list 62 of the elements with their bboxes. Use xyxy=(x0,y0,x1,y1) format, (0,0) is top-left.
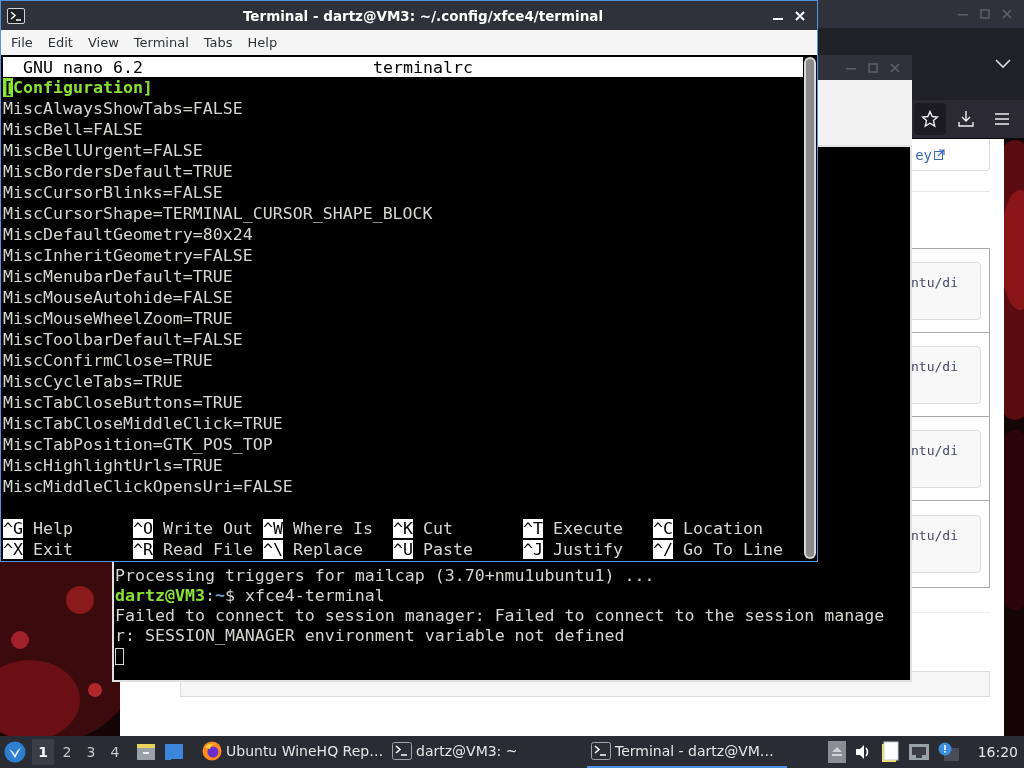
network-icon[interactable] xyxy=(907,742,930,762)
file-name: terminalrc xyxy=(373,57,473,77)
download-icon xyxy=(957,110,975,128)
code-line: MiscConfirmClose=TRUE xyxy=(3,350,214,371)
terminal-line: Failed to connect to session manager: Failed to connect to the session manage xyxy=(115,606,886,626)
code-line: MiscDefaultGeometry=80x24 xyxy=(3,224,254,245)
code-line: MiscCycleTabs=TRUE xyxy=(3,371,184,392)
menu-item[interactable]: Tabs xyxy=(203,35,233,50)
terminal-line: r: SESSION_MANAGER environment variable not defined xyxy=(115,626,626,646)
bird-icon[interactable] xyxy=(4,741,26,763)
task-button[interactable]: dartz@VM3: ~ xyxy=(392,736,587,768)
menu-item[interactable]: File xyxy=(11,35,33,50)
task-button[interactable]: Ubuntu WineHQ Rep… xyxy=(202,736,392,768)
shortcut-hint: ^K Cut xyxy=(393,519,454,538)
terminal-icon xyxy=(7,7,25,24)
menu-item[interactable]: Edit xyxy=(47,35,73,50)
menu-icon xyxy=(993,110,1011,128)
workspace-button[interactable]: 1 xyxy=(32,739,54,765)
code-line: MiscToolbarDefault=FALSE xyxy=(3,329,244,350)
alert-icon[interactable] xyxy=(937,742,960,762)
editor-version: GNU nano 6.2 xyxy=(22,57,143,77)
page-link[interactable]: ey xyxy=(915,146,932,163)
workspace-button[interactable]: 2 xyxy=(56,739,78,765)
terminal-icon xyxy=(392,742,412,760)
workspace-button[interactable]: 4 xyxy=(104,739,126,765)
menu-item[interactable]: View xyxy=(87,35,119,50)
code-line: MiscTabCloseButtons=TRUE xyxy=(3,392,244,413)
notes-icon[interactable] xyxy=(879,741,900,763)
code-line: MiscCursorBlinks=FALSE xyxy=(3,182,224,203)
star-icon xyxy=(921,110,939,128)
eject-icon[interactable] xyxy=(827,741,846,763)
terminal-icon xyxy=(591,742,611,760)
text-cursor xyxy=(115,647,124,665)
code-line: MiscAlwaysShowTabs=FALSE xyxy=(3,98,244,119)
external-link-icon xyxy=(934,149,945,160)
code-line: MiscBordersDefault=TRUE xyxy=(3,161,234,182)
code-line: [Configuration] xyxy=(3,77,154,98)
shortcut-hint: ^G Help xyxy=(3,519,74,538)
window-icon[interactable] xyxy=(164,743,184,761)
shortcut-hint: ^U Paste xyxy=(393,540,474,559)
shortcut-hint: ^T Execute xyxy=(523,519,624,538)
code-line: MiscBellUrgent=FALSE xyxy=(3,140,204,161)
chevron-down-icon[interactable] xyxy=(995,59,1011,69)
shortcut-hint: ^J Justify xyxy=(523,540,624,559)
clock: 16:20 xyxy=(977,744,1018,760)
shortcut-hint: ^/ Go To Line xyxy=(653,540,783,559)
star-button[interactable] xyxy=(914,103,946,135)
shortcut-hint: ^X Exit xyxy=(3,540,74,559)
code-line: MiscCursorShape=TERMINAL_CURSOR_SHAPE_BLOCK xyxy=(3,203,434,224)
workspace-button[interactable]: 3 xyxy=(80,739,102,765)
scrollbar-thumb[interactable] xyxy=(806,59,814,557)
window-title: Terminal - dartz@VM3: ~/.config/xfce4/terminal xyxy=(241,7,605,24)
menu-item[interactable]: Help xyxy=(247,35,278,50)
shortcut-hint: ^\ Replace xyxy=(263,540,364,559)
browser-icon xyxy=(202,741,222,761)
file-cabinet-icon[interactable] xyxy=(136,742,156,762)
code-line: MiscBell=FALSE xyxy=(3,119,144,140)
task-button[interactable]: Terminal - dartz@VM… xyxy=(587,736,787,768)
menu-item[interactable]: Terminal xyxy=(133,35,189,50)
shortcut-hint: ^W Where Is xyxy=(263,519,374,538)
shortcut-hint: ^C Location xyxy=(653,519,764,538)
terminal-line: dartz@VM3:~$ xfce4-terminal xyxy=(115,586,386,606)
